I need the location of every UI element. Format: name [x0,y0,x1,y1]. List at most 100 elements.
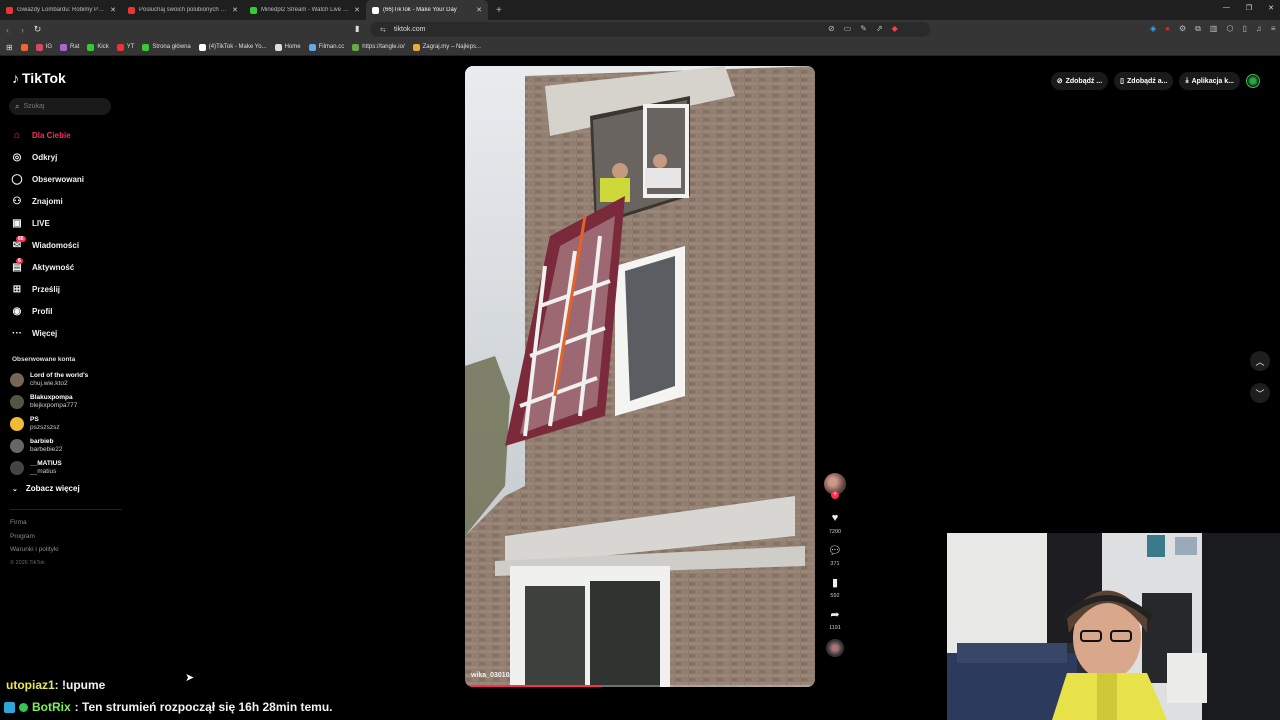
minimize-icon[interactable]: — [1223,4,1230,12]
sidebar-icon[interactable]: ▥ [1210,24,1218,34]
video-author[interactable]: wika_030102 [471,672,513,679]
bookmark-item[interactable]: Home [274,43,301,51]
save-action[interactable]: ▮ 592 [826,573,844,600]
previous-video-button[interactable]: ︿ [1250,351,1270,371]
sidebar-item-live[interactable]: ▣ LIVE [10,212,120,234]
followed-account[interactable]: Lord of the world's chuj.wie.kto2 [10,369,120,391]
menu-icon[interactable]: ≡ [1271,24,1276,34]
bookmark-item[interactable]: Strona główna [142,43,191,51]
sidebar-item-activity[interactable]: ▤ 6 Aktywność [10,256,120,278]
video-player[interactable]: wika_030102 [465,66,815,687]
video-progress-bar[interactable] [465,685,815,687]
bookmark-item[interactable]: https://tangle.io/ [352,43,405,51]
home-icon: ⌂ [13,129,21,141]
bookmark-icon[interactable]: ▮ [826,573,844,591]
browser-tab[interactable]: Posłuchaj swoich polubionych utwor... ✕ [122,0,244,20]
comment-icon[interactable]: 💬︎ [826,541,844,559]
site-info-icon[interactable]: ⇆ [380,26,386,34]
extension-icon[interactable]: ⚙ [1179,24,1186,34]
share-action[interactable]: ➦ 1191 [826,605,844,632]
forward-icon[interactable]: › [15,25,30,35]
followed-account[interactable]: barbieb barbebie22 [10,435,120,457]
browser-tab[interactable]: Minedpl2 Stream - Watch Live on K... ✕ [244,0,366,20]
tab-close-icon[interactable]: ✕ [232,6,238,14]
music-disc-icon[interactable] [826,639,844,657]
browser-tab[interactable]: Gwiazdy Lombardu: Robimy PRAWC... ✕ [0,0,122,20]
followed-account[interactable]: PS pszszszsz [10,413,120,435]
sidebar-item-friends[interactable]: ⚇ Znajomi [10,190,120,212]
bookmark-item[interactable] [20,43,28,51]
extensions-icon[interactable]: ⧉ [1195,24,1201,34]
restore-icon[interactable]: ❐ [1246,4,1252,12]
tab-close-icon[interactable]: ✕ [354,6,360,14]
back-icon[interactable]: ‹ [0,25,15,35]
footer-link-company[interactable]: Firma [10,516,59,530]
creator-avatar[interactable]: + [824,473,846,499]
bookmark-item[interactable]: YT [116,43,134,51]
bookmark-favicon-icon [116,43,124,51]
followed-account[interactable]: __MATIUS __matius [10,457,120,479]
reload-icon[interactable]: ↻ [30,24,45,35]
follow-plus-icon[interactable]: + [831,491,839,499]
search-box[interactable]: ⌕ [9,98,111,115]
avatar [10,461,24,475]
next-video-button[interactable]: ﹀ [1250,383,1270,403]
record-icon[interactable]: ● [1165,24,1170,34]
footer-link-program[interactable]: Program [10,530,59,544]
sidebar-item-upload[interactable]: ⊞ Prześlij [10,278,120,300]
coin-icon: ⊘ [1056,78,1063,85]
bookmark-item[interactable]: Filman.cc [308,43,345,51]
followed-accounts-title: Obserwowane konta [12,356,76,363]
sidebar-item-more[interactable]: ··· Więcej [10,322,120,344]
more-icon: ··· [12,327,22,339]
see-more-button[interactable]: ⌄ Zobacz więcej [12,484,80,493]
share-icon[interactable]: ⇗ [876,24,883,33]
user-avatar[interactable] [1246,74,1260,88]
download-icon: ⤓ [1185,77,1189,84]
sidebar-item-following[interactable]: ◯ Obserwowani [10,168,120,190]
heart-icon[interactable]: ♥ [826,509,844,527]
bookmark-item[interactable]: IG [35,43,52,51]
pc-app-button[interactable]: ⤓ Aplikacja k... [1179,72,1240,90]
sidebar-item-messages[interactable]: ✉ 66 Wiadomości [10,234,120,256]
followed-account[interactable]: Blakuxpompa blejkxpompa777 [10,391,120,413]
bookmark-label: https://tangle.io/ [362,44,405,50]
search-input[interactable] [23,103,104,110]
close-window-icon[interactable]: ✕ [1268,4,1274,12]
music-icon[interactable]: ♫ [1256,24,1262,34]
bookmark-item[interactable]: Rat [60,43,79,51]
comment-action[interactable]: 💬︎ 371 [826,541,844,568]
tab-close-icon[interactable]: ✕ [476,6,482,14]
new-tab-button[interactable]: + [488,5,510,16]
footer-link-terms[interactable]: Warunki i polityki [10,543,59,557]
translate-icon[interactable]: ⊘ [828,24,835,33]
bookmark-label: Filman.cc [318,44,345,50]
browser-tab[interactable]: (66)TikTok - Make Your Day ✕ [366,0,488,20]
wallet-icon[interactable]: ⬡ [1226,24,1233,34]
sidebar-item-label: LIVE [32,218,50,228]
cast-icon[interactable]: ▭ [844,24,852,33]
sidebar-item-home[interactable]: ⌂ Dla Ciebie [10,124,120,146]
extension-icon[interactable]: ◈ [1150,24,1156,34]
like-action[interactable]: ♥ 7200 [826,509,844,535]
notification-badge: 66 [16,235,26,242]
lens-icon[interactable]: ✎ [860,24,867,33]
tab-close-icon[interactable]: ✕ [110,6,116,14]
chevron-up-icon: ︿ [1255,356,1265,367]
bookmark-item[interactable]: Kick [87,43,109,51]
bookmark-page-icon[interactable]: ▮ [355,24,359,33]
bookmark-item[interactable]: Zagraj.my – Najleps... [412,43,481,51]
sidebar-item-compass[interactable]: ◎ Odkryj [10,146,120,168]
share-arrow-icon[interactable]: ➦ [826,605,844,623]
get-app-button[interactable]: ▯ Zdobądź a... [1114,72,1174,90]
brave-shield-icon[interactable]: ◆ [892,24,898,33]
get-coins-button[interactable]: ⊘ Zdobądź ... [1050,72,1109,90]
profile-icon[interactable]: ▯ [1242,24,1246,34]
tab-title: Minedpl2 Stream - Watch Live on K... [261,7,350,13]
tiktok-logo[interactable]: ♪ TikTok [12,70,66,86]
avatar [10,439,24,453]
verified-badge-icon [19,702,28,712]
bookmark-item[interactable]: (4)TikTok - Make Yo... [198,43,267,51]
sidebar-item-profile[interactable]: ◉ Profil [10,300,120,322]
apps-icon[interactable]: ⊞ [6,43,13,52]
